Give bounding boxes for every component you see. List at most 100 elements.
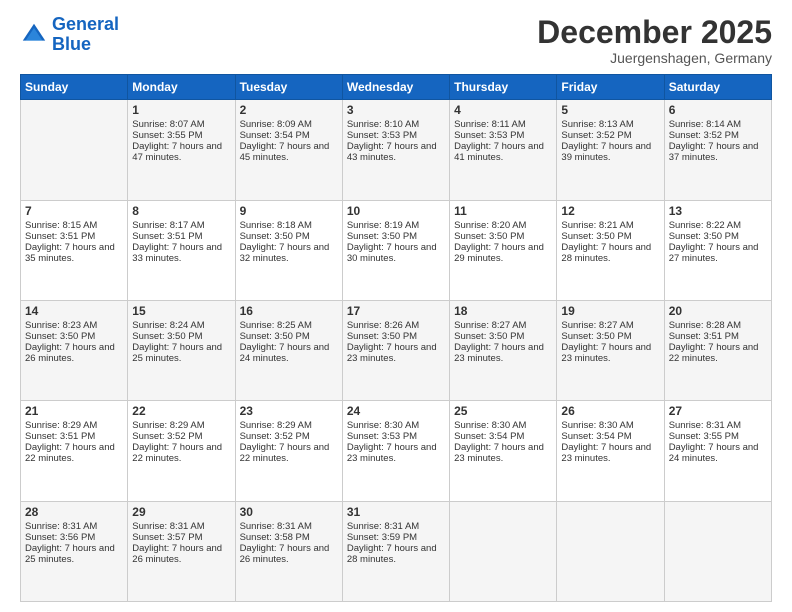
calendar-header-row: Sunday Monday Tuesday Wednesday Thursday…: [21, 75, 772, 100]
day-number: 14: [25, 304, 123, 318]
calendar-week-row: 1 Sunrise: 8:07 AM Sunset: 3:55 PM Dayli…: [21, 100, 772, 200]
sunset-text: Sunset: 3:50 PM: [561, 231, 631, 242]
sunset-text: Sunset: 3:51 PM: [25, 431, 95, 442]
table-cell: 9 Sunrise: 8:18 AM Sunset: 3:50 PM Dayli…: [235, 200, 342, 300]
day-number: 26: [561, 404, 659, 418]
table-cell: [557, 501, 664, 601]
table-cell: 4 Sunrise: 8:11 AM Sunset: 3:53 PM Dayli…: [450, 100, 557, 200]
day-number: 11: [454, 204, 552, 218]
table-cell: 28 Sunrise: 8:31 AM Sunset: 3:56 PM Dayl…: [21, 501, 128, 601]
calendar-week-row: 7 Sunrise: 8:15 AM Sunset: 3:51 PM Dayli…: [21, 200, 772, 300]
table-cell: 18 Sunrise: 8:27 AM Sunset: 3:50 PM Dayl…: [450, 300, 557, 400]
sunset-text: Sunset: 3:50 PM: [347, 331, 417, 342]
sunrise-text: Sunrise: 8:18 AM: [240, 220, 312, 231]
sunset-text: Sunset: 3:50 PM: [561, 331, 631, 342]
table-cell: 13 Sunrise: 8:22 AM Sunset: 3:50 PM Dayl…: [664, 200, 771, 300]
sunset-text: Sunset: 3:57 PM: [132, 532, 202, 543]
sunrise-text: Sunrise: 8:21 AM: [561, 220, 633, 231]
sunset-text: Sunset: 3:54 PM: [240, 130, 310, 141]
day-number: 9: [240, 204, 338, 218]
sunset-text: Sunset: 3:50 PM: [240, 231, 310, 242]
table-cell: 20 Sunrise: 8:28 AM Sunset: 3:51 PM Dayl…: [664, 300, 771, 400]
day-number: 31: [347, 505, 445, 519]
calendar-week-row: 14 Sunrise: 8:23 AM Sunset: 3:50 PM Dayl…: [21, 300, 772, 400]
sunrise-text: Sunrise: 8:30 AM: [454, 420, 526, 431]
calendar-week-row: 28 Sunrise: 8:31 AM Sunset: 3:56 PM Dayl…: [21, 501, 772, 601]
day-number: 30: [240, 505, 338, 519]
sunset-text: Sunset: 3:56 PM: [25, 532, 95, 543]
daylight-text: Daylight: 7 hours and 37 minutes.: [669, 141, 759, 163]
daylight-text: Daylight: 7 hours and 22 minutes.: [240, 442, 330, 464]
daylight-text: Daylight: 7 hours and 26 minutes.: [25, 342, 115, 364]
subtitle: Juergenshagen, Germany: [537, 50, 772, 66]
daylight-text: Daylight: 7 hours and 23 minutes.: [347, 442, 437, 464]
sunset-text: Sunset: 3:58 PM: [240, 532, 310, 543]
day-number: 7: [25, 204, 123, 218]
day-number: 24: [347, 404, 445, 418]
daylight-text: Daylight: 7 hours and 28 minutes.: [561, 242, 651, 264]
sunrise-text: Sunrise: 8:31 AM: [132, 521, 204, 532]
daylight-text: Daylight: 7 hours and 22 minutes.: [669, 342, 759, 364]
day-number: 20: [669, 304, 767, 318]
sunset-text: Sunset: 3:50 PM: [132, 331, 202, 342]
col-thursday: Thursday: [450, 75, 557, 100]
daylight-text: Daylight: 7 hours and 22 minutes.: [132, 442, 222, 464]
day-number: 18: [454, 304, 552, 318]
table-cell: 16 Sunrise: 8:25 AM Sunset: 3:50 PM Dayl…: [235, 300, 342, 400]
sunrise-text: Sunrise: 8:31 AM: [669, 420, 741, 431]
day-number: 25: [454, 404, 552, 418]
day-number: 1: [132, 103, 230, 117]
daylight-text: Daylight: 7 hours and 28 minutes.: [347, 543, 437, 565]
table-cell: 24 Sunrise: 8:30 AM Sunset: 3:53 PM Dayl…: [342, 401, 449, 501]
table-cell: 14 Sunrise: 8:23 AM Sunset: 3:50 PM Dayl…: [21, 300, 128, 400]
daylight-text: Daylight: 7 hours and 26 minutes.: [240, 543, 330, 565]
daylight-text: Daylight: 7 hours and 24 minutes.: [240, 342, 330, 364]
title-block: December 2025 Juergenshagen, Germany: [537, 15, 772, 66]
table-cell: 10 Sunrise: 8:19 AM Sunset: 3:50 PM Dayl…: [342, 200, 449, 300]
col-tuesday: Tuesday: [235, 75, 342, 100]
table-cell: 30 Sunrise: 8:31 AM Sunset: 3:58 PM Dayl…: [235, 501, 342, 601]
table-cell: 7 Sunrise: 8:15 AM Sunset: 3:51 PM Dayli…: [21, 200, 128, 300]
sunrise-text: Sunrise: 8:24 AM: [132, 320, 204, 331]
day-number: 15: [132, 304, 230, 318]
sunrise-text: Sunrise: 8:07 AM: [132, 119, 204, 130]
sunrise-text: Sunrise: 8:23 AM: [25, 320, 97, 331]
table-cell: [664, 501, 771, 601]
col-sunday: Sunday: [21, 75, 128, 100]
table-cell: 26 Sunrise: 8:30 AM Sunset: 3:54 PM Dayl…: [557, 401, 664, 501]
table-cell: 25 Sunrise: 8:30 AM Sunset: 3:54 PM Dayl…: [450, 401, 557, 501]
header: General Blue December 2025 Juergenshagen…: [20, 15, 772, 66]
sunrise-text: Sunrise: 8:31 AM: [240, 521, 312, 532]
sunset-text: Sunset: 3:51 PM: [669, 331, 739, 342]
table-cell: [21, 100, 128, 200]
day-number: 23: [240, 404, 338, 418]
sunrise-text: Sunrise: 8:29 AM: [132, 420, 204, 431]
table-cell: 31 Sunrise: 8:31 AM Sunset: 3:59 PM Dayl…: [342, 501, 449, 601]
day-number: 16: [240, 304, 338, 318]
sunset-text: Sunset: 3:53 PM: [454, 130, 524, 141]
sunrise-text: Sunrise: 8:28 AM: [669, 320, 741, 331]
table-cell: 19 Sunrise: 8:27 AM Sunset: 3:50 PM Dayl…: [557, 300, 664, 400]
day-number: 27: [669, 404, 767, 418]
sunrise-text: Sunrise: 8:25 AM: [240, 320, 312, 331]
table-cell: 12 Sunrise: 8:21 AM Sunset: 3:50 PM Dayl…: [557, 200, 664, 300]
main-title: December 2025: [537, 15, 772, 50]
sunrise-text: Sunrise: 8:14 AM: [669, 119, 741, 130]
day-number: 29: [132, 505, 230, 519]
sunrise-text: Sunrise: 8:30 AM: [347, 420, 419, 431]
table-cell: 23 Sunrise: 8:29 AM Sunset: 3:52 PM Dayl…: [235, 401, 342, 501]
page: General Blue December 2025 Juergenshagen…: [0, 0, 792, 612]
sunset-text: Sunset: 3:50 PM: [240, 331, 310, 342]
sunrise-text: Sunrise: 8:19 AM: [347, 220, 419, 231]
day-number: 21: [25, 404, 123, 418]
day-number: 13: [669, 204, 767, 218]
logo-text: General Blue: [52, 15, 119, 55]
sunrise-text: Sunrise: 8:09 AM: [240, 119, 312, 130]
sunset-text: Sunset: 3:50 PM: [25, 331, 95, 342]
sunset-text: Sunset: 3:51 PM: [25, 231, 95, 242]
sunrise-text: Sunrise: 8:17 AM: [132, 220, 204, 231]
col-monday: Monday: [128, 75, 235, 100]
sunrise-text: Sunrise: 8:22 AM: [669, 220, 741, 231]
sunrise-text: Sunrise: 8:13 AM: [561, 119, 633, 130]
sunrise-text: Sunrise: 8:29 AM: [240, 420, 312, 431]
